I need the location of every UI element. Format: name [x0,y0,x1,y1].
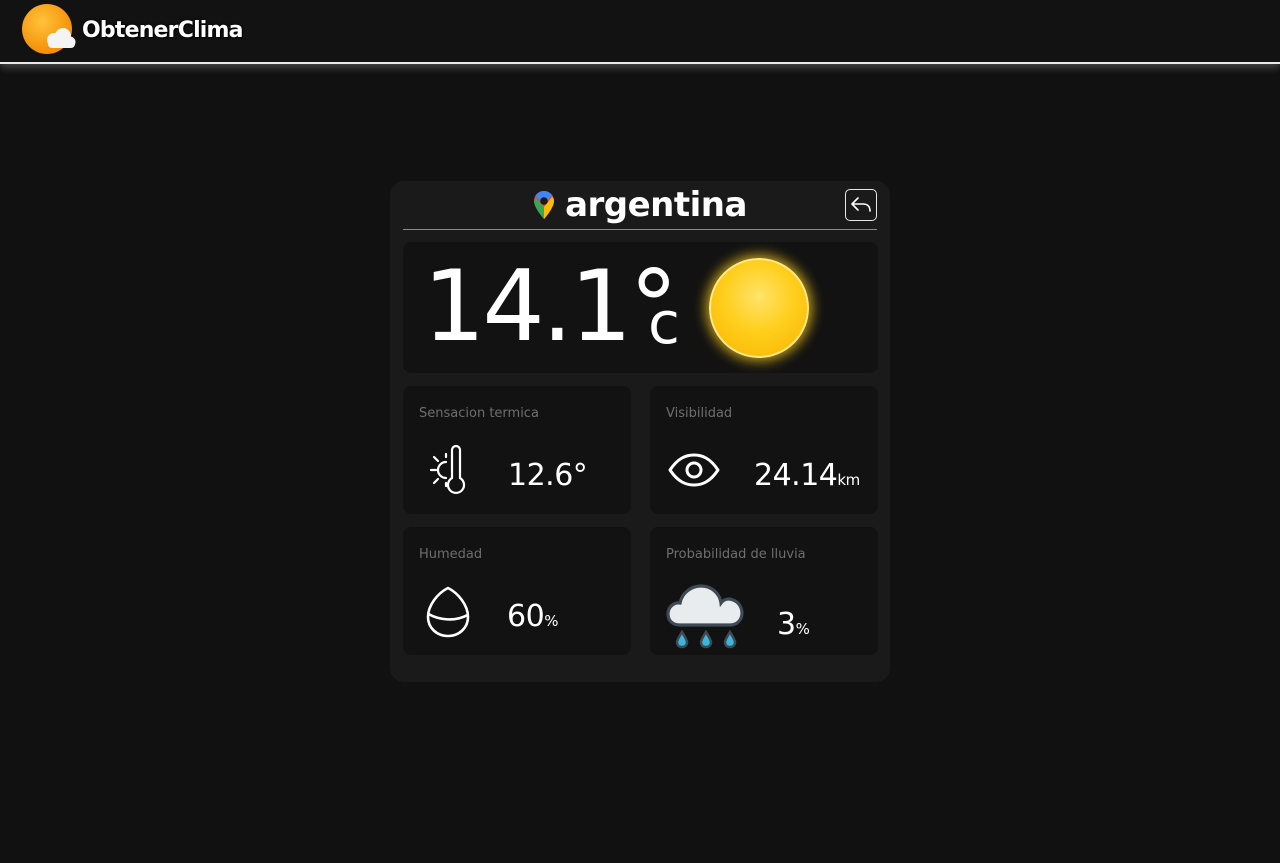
visibility-number: 24.14 [754,458,838,493]
temperature-unit: c [648,289,680,357]
sun-cloud-logo-icon [22,4,76,54]
feels-like-number: 12.6° [508,458,588,493]
brand-name: ObtenerClima [82,17,244,43]
humidity-panel: Humedad 60% [403,527,631,655]
temperature-value: 14.1° [423,250,678,364]
visibility-unit: km [837,471,860,489]
rain-probability-number: 3 [777,607,796,642]
rain-probability-title: Probabilidad de lluvia [666,547,806,562]
return-arrow-icon [851,197,871,212]
humidity-unit: % [544,612,558,630]
location-name: argentina [565,185,747,225]
eye-icon [668,453,720,487]
feels-like-value: 12.6° [508,458,588,493]
current-temperature-panel: 14.1° c [403,242,878,373]
rain-cloud-icon [666,584,744,649]
weather-card: argentina 14.1° c Sensacion termica 12.6… [390,181,890,682]
visibility-panel: Visibilidad 24.14km [650,386,878,514]
map-pin-icon [534,191,555,219]
visibility-value: 24.14km [754,458,860,493]
back-button[interactable] [845,189,877,221]
location-title: argentina [403,183,877,227]
humidity-number: 60 [507,599,545,634]
rain-probability-unit: % [795,620,810,638]
rain-probability-panel: Probabilidad de lluvia 3% [650,527,878,655]
thermometer-sun-icon [429,444,466,495]
humidity-value: 60% [507,599,558,634]
feels-like-panel: Sensacion termica 12.6° [403,386,631,514]
visibility-title: Visibilidad [666,406,733,421]
humidity-drop-icon [426,586,470,638]
humidity-title: Humedad [419,547,483,562]
rain-probability-value: 3% [777,607,810,642]
brand-logo-link[interactable]: ObtenerClima [22,4,244,56]
top-navbar: ObtenerClima [0,0,1280,64]
feels-like-title: Sensacion termica [419,406,539,421]
sun-icon [709,258,809,358]
card-header: argentina [403,181,877,230]
